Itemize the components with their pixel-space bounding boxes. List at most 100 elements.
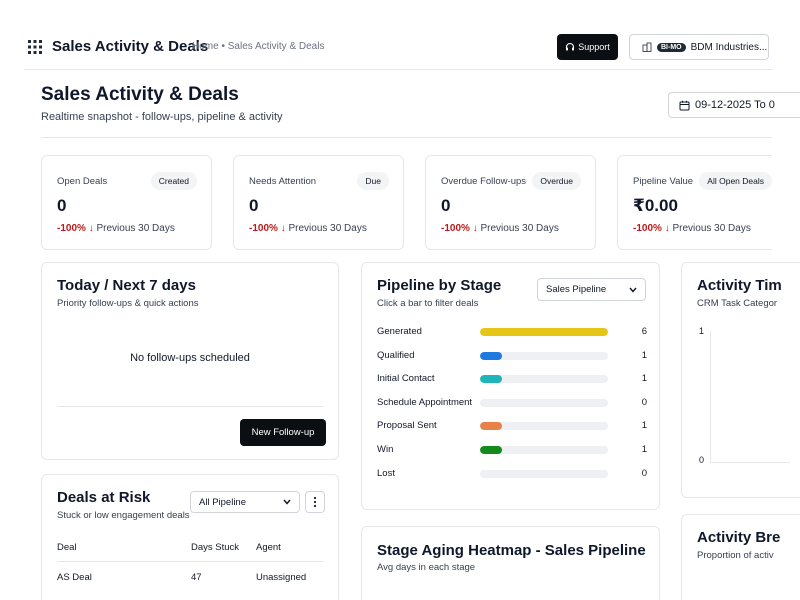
arrow-down-icon: ↓ xyxy=(88,223,94,234)
support-button[interactable]: Support xyxy=(557,34,618,60)
kpi-card-overdue-followups[interactable]: Overdue Follow-ups Overdue 0 -100% ↓ Pre… xyxy=(425,155,596,250)
stage-count: 6 xyxy=(641,326,647,337)
column-header-deal[interactable]: Deal xyxy=(57,542,77,553)
today-title: Today / Next 7 days xyxy=(57,277,196,294)
stage-aging-heatmap-panel: Stage Aging Heatmap - Sales Pipeline Avg… xyxy=(361,526,660,600)
stage-row[interactable]: Schedule Appointment 0 xyxy=(377,396,647,410)
kpi-change: -100% xyxy=(633,223,662,234)
kpi-card-open-deals[interactable]: Open Deals Created 0 -100% ↓ Previous 30… xyxy=(41,155,212,250)
stage-bar-track[interactable] xyxy=(480,328,608,336)
stage-row[interactable]: Proposal Sent 1 xyxy=(377,419,647,433)
kpi-comparison: -100% ↓ Previous 30 Days xyxy=(441,223,559,234)
risk-title: Deals at Risk xyxy=(57,489,151,506)
kpi-card-needs-attention[interactable]: Needs Attention Due 0 -100% ↓ Previous 3… xyxy=(233,155,404,250)
stage-row[interactable]: Lost 0 xyxy=(377,467,647,481)
chevron-down-icon xyxy=(629,287,637,293)
kpi-label: Needs Attention xyxy=(249,176,317,187)
stage-bar-track[interactable] xyxy=(480,469,608,478)
deals-at-risk-panel: Deals at Risk Stuck or low engagement de… xyxy=(41,474,339,600)
kpi-value: 0 xyxy=(57,196,67,215)
table-cell-agent: Unassigned xyxy=(256,572,307,583)
stage-count: 1 xyxy=(641,420,647,432)
kpi-label: Overdue Follow-ups xyxy=(441,176,527,187)
pipeline-title: Pipeline by Stage xyxy=(377,277,502,294)
stage-row[interactable]: Initial Contact 1 xyxy=(377,372,647,386)
stage-bar-fill[interactable] xyxy=(480,328,608,336)
chevron-down-icon xyxy=(283,499,291,505)
stage-bar-track[interactable] xyxy=(480,351,608,360)
arrow-down-icon: ↓ xyxy=(472,223,478,234)
stage-bar-track[interactable] xyxy=(480,398,608,407)
kpi-comparison: -100% ↓ Previous 30 Days xyxy=(633,223,751,234)
breakdown-title: Activity Bre xyxy=(697,529,781,546)
arrow-down-icon: ↓ xyxy=(664,223,670,234)
app-grid-icon[interactable] xyxy=(28,40,42,54)
timeline-x-axis xyxy=(710,462,790,463)
activity-timeline-panel: Activity Tim CRM Task Categor 1 0 xyxy=(681,262,800,498)
stage-row[interactable]: Qualified 1 xyxy=(377,349,647,363)
stage-bar-fill[interactable] xyxy=(480,422,502,431)
pipeline-filter-value: All Pipeline xyxy=(199,496,246,508)
pipeline-select[interactable]: Sales Pipeline xyxy=(537,278,646,301)
timeline-subtitle: CRM Task Categor xyxy=(697,298,778,309)
company-badge: BI-MO xyxy=(657,42,686,52)
breadcrumb-home[interactable]: Home xyxy=(192,41,219,52)
stage-count: 0 xyxy=(641,467,647,479)
page-subtitle: Realtime snapshot - follow-ups, pipeline… xyxy=(41,111,283,123)
app-title: Sales Activity & Deals xyxy=(52,38,209,55)
kpi-change: -100% xyxy=(441,223,470,234)
stage-row[interactable]: Win 1 xyxy=(377,443,647,457)
breakdown-subtitle: Proportion of activ xyxy=(697,550,774,561)
date-range-picker[interactable]: 09-12-2025 To 0 xyxy=(668,92,800,118)
stage-name: Proposal Sent xyxy=(377,420,437,432)
pipeline-by-stage-panel: Pipeline by Stage Click a bar to filter … xyxy=(361,262,660,510)
table-cell-deal[interactable]: AS Deal xyxy=(57,572,92,583)
activity-breakdown-panel: Activity Bre Proportion of activ xyxy=(681,514,800,600)
kpi-badge: All Open Deals xyxy=(699,172,772,190)
stage-name: Qualified xyxy=(377,349,415,361)
kpi-label: Open Deals xyxy=(57,176,108,187)
stage-bar-fill[interactable] xyxy=(480,446,502,454)
headset-icon xyxy=(566,42,575,51)
kpi-badge: Due xyxy=(357,172,389,190)
support-label: Support xyxy=(578,42,610,52)
company-switcher[interactable]: BI-MO BDM Industries... xyxy=(629,34,769,60)
table-header-divider xyxy=(57,561,323,562)
today-subtitle: Priority follow-ups & quick actions xyxy=(57,298,199,309)
stage-bar-fill[interactable] xyxy=(480,375,502,384)
kpi-badge: Created xyxy=(150,172,197,190)
stage-row[interactable]: Generated 6 xyxy=(377,325,647,339)
column-header-days-stuck[interactable]: Days Stuck xyxy=(191,542,239,553)
stage-bar-track[interactable] xyxy=(480,446,608,454)
stage-bar-track[interactable] xyxy=(480,375,608,384)
kpi-compare-label: Previous 30 Days xyxy=(480,223,559,234)
risk-subtitle: Stuck or low engagement deals xyxy=(57,510,190,521)
y-tick-top: 1 xyxy=(699,326,705,336)
kpi-card-pipeline-value[interactable]: Pipeline Value All Open Deals ₹0.00 -100… xyxy=(617,155,772,250)
arrow-down-icon: ↓ xyxy=(280,223,286,234)
stage-name: Schedule Appointment xyxy=(377,396,473,408)
breadcrumb: Home • Sales Activity & Deals xyxy=(192,41,324,52)
breadcrumb-current: Sales Activity & Deals xyxy=(227,41,325,52)
kpi-comparison: -100% ↓ Previous 30 Days xyxy=(57,223,175,234)
new-follow-up-button[interactable]: New Follow-up xyxy=(240,419,326,446)
column-header-agent[interactable]: Agent xyxy=(256,542,281,553)
today-divider xyxy=(57,406,323,407)
kpi-badge: Overdue xyxy=(532,172,581,190)
header-divider xyxy=(41,137,772,138)
stage-bar-track[interactable] xyxy=(480,422,608,431)
more-options-button[interactable] xyxy=(305,491,325,513)
top-bar-divider xyxy=(24,69,772,70)
stage-bar-fill[interactable] xyxy=(480,351,502,360)
stage-count: 1 xyxy=(641,444,647,455)
calendar-icon xyxy=(679,100,690,110)
stage-name: Initial Contact xyxy=(377,373,435,385)
kebab-menu-icon xyxy=(313,496,317,508)
kpi-comparison: -100% ↓ Previous 30 Days xyxy=(249,223,367,234)
pipeline-subtitle: Click a bar to filter deals xyxy=(377,298,479,309)
pipeline-filter-select[interactable]: All Pipeline xyxy=(190,491,300,513)
date-range-label: 09-12-2025 To 0 xyxy=(695,99,775,111)
stage-count: 0 xyxy=(641,396,647,408)
pipeline-select-value: Sales Pipeline xyxy=(546,284,607,295)
stage-count: 1 xyxy=(641,373,647,385)
